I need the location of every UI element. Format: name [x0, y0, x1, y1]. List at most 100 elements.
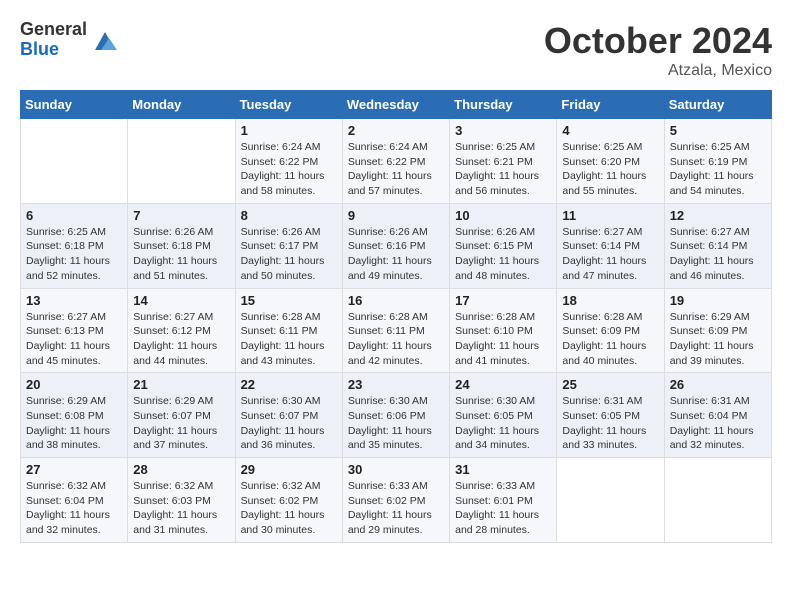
- weekday-header: Tuesday: [235, 91, 342, 119]
- calendar-cell: 10 Sunrise: 6:26 AM Sunset: 6:15 PM Dayli…: [450, 203, 557, 288]
- day-info: Sunrise: 6:27 AM Sunset: 6:14 PM Dayligh…: [562, 225, 658, 284]
- day-info: Sunrise: 6:28 AM Sunset: 6:09 PM Dayligh…: [562, 310, 658, 369]
- day-number: 17: [455, 293, 551, 308]
- calendar-cell: 25 Sunrise: 6:31 AM Sunset: 6:05 PM Dayli…: [557, 373, 664, 458]
- weekday-header: Sunday: [21, 91, 128, 119]
- calendar-week: 20 Sunrise: 6:29 AM Sunset: 6:08 PM Dayli…: [21, 373, 772, 458]
- calendar-cell: 2 Sunrise: 6:24 AM Sunset: 6:22 PM Daylig…: [342, 119, 449, 204]
- day-number: 6: [26, 208, 122, 223]
- weekday-header: Thursday: [450, 91, 557, 119]
- day-number: 3: [455, 123, 551, 138]
- logo: General Blue: [20, 20, 119, 60]
- calendar-cell: 1Sunrise: 6:24 AM Sunset: 6:22 PM Daylig…: [235, 119, 342, 204]
- day-number: 20: [26, 377, 122, 392]
- calendar-cell: 27 Sunrise: 6:32 AM Sunset: 6:04 PM Dayli…: [21, 458, 128, 543]
- calendar-cell: 22Sunrise: 6:30 AM Sunset: 6:07 PM Dayli…: [235, 373, 342, 458]
- calendar-cell: [128, 119, 235, 204]
- calendar-cell: 20 Sunrise: 6:29 AM Sunset: 6:08 PM Dayli…: [21, 373, 128, 458]
- weekday-header: Friday: [557, 91, 664, 119]
- day-info: Sunrise: 6:26 AM Sunset: 6:16 PM Dayligh…: [348, 225, 444, 284]
- day-info: Sunrise: 6:32 AM Sunset: 6:04 PM Dayligh…: [26, 479, 122, 538]
- day-info: Sunrise: 6:24 AM Sunset: 6:22 PM Dayligh…: [348, 140, 444, 199]
- day-info: Sunrise: 6:31 AM Sunset: 6:05 PM Dayligh…: [562, 394, 658, 453]
- day-info: Sunrise: 6:28 AM Sunset: 6:11 PM Dayligh…: [348, 310, 444, 369]
- day-info: Sunrise: 6:33 AM Sunset: 6:02 PM Dayligh…: [348, 479, 444, 538]
- weekday-header: Wednesday: [342, 91, 449, 119]
- calendar-cell: 23 Sunrise: 6:30 AM Sunset: 6:06 PM Dayli…: [342, 373, 449, 458]
- day-number: 2: [348, 123, 444, 138]
- day-number: 14: [133, 293, 229, 308]
- title-area: October 2024 Atzala, Mexico: [544, 20, 772, 80]
- calendar-cell: 21Sunrise: 6:29 AM Sunset: 6:07 PM Dayli…: [128, 373, 235, 458]
- calendar-cell: 7 Sunrise: 6:26 AM Sunset: 6:18 PM Daylig…: [128, 203, 235, 288]
- calendar-cell: 9 Sunrise: 6:26 AM Sunset: 6:16 PM Daylig…: [342, 203, 449, 288]
- day-info: Sunrise: 6:26 AM Sunset: 6:18 PM Dayligh…: [133, 225, 229, 284]
- day-info: Sunrise: 6:25 AM Sunset: 6:21 PM Dayligh…: [455, 140, 551, 199]
- calendar-cell: 19 Sunrise: 6:29 AM Sunset: 6:09 PM Dayli…: [664, 288, 771, 373]
- day-number: 25: [562, 377, 658, 392]
- calendar-week: 6 Sunrise: 6:25 AM Sunset: 6:18 PM Daylig…: [21, 203, 772, 288]
- day-info: Sunrise: 6:30 AM Sunset: 6:06 PM Dayligh…: [348, 394, 444, 453]
- day-number: 27: [26, 462, 122, 477]
- weekday-header: Monday: [128, 91, 235, 119]
- calendar-cell: [557, 458, 664, 543]
- calendar-cell: 12 Sunrise: 6:27 AM Sunset: 6:14 PM Dayli…: [664, 203, 771, 288]
- calendar-cell: 16 Sunrise: 6:28 AM Sunset: 6:11 PM Dayli…: [342, 288, 449, 373]
- calendar-week: 13Sunrise: 6:27 AM Sunset: 6:13 PM Dayli…: [21, 288, 772, 373]
- day-number: 16: [348, 293, 444, 308]
- calendar-header: SundayMondayTuesdayWednesdayThursdayFrid…: [21, 91, 772, 119]
- day-number: 9: [348, 208, 444, 223]
- calendar-week: 1 Sunrise: 6:24 AM Sunset: 6:22 PM Daylig…: [21, 119, 772, 204]
- calendar-cell: 4Sunrise: 6:25 AM Sunset: 6:20 PM Daylig…: [557, 119, 664, 204]
- calendar-cell: 30 Sunrise: 6:33 AM Sunset: 6:02 PM Dayli…: [342, 458, 449, 543]
- day-info: Sunrise: 6:30 AM Sunset: 6:07 PM Dayligh…: [241, 394, 337, 453]
- calendar-cell: 29Sunrise: 6:32 AM Sunset: 6:02 PM Dayli…: [235, 458, 342, 543]
- day-info: Sunrise: 6:31 AM Sunset: 6:04 PM Dayligh…: [670, 394, 766, 453]
- day-info: Sunrise: 6:25 AM Sunset: 6:18 PM Dayligh…: [26, 225, 122, 284]
- calendar-cell: [664, 458, 771, 543]
- day-number: 24: [455, 377, 551, 392]
- day-info: Sunrise: 6:29 AM Sunset: 6:07 PM Dayligh…: [133, 394, 229, 453]
- day-info: Sunrise: 6:26 AM Sunset: 6:15 PM Dayligh…: [455, 225, 551, 284]
- day-number: 12: [670, 208, 766, 223]
- calendar-cell: 17Sunrise: 6:28 AM Sunset: 6:10 PM Dayli…: [450, 288, 557, 373]
- day-info: Sunrise: 6:29 AM Sunset: 6:09 PM Dayligh…: [670, 310, 766, 369]
- day-number: 29: [241, 462, 337, 477]
- calendar-cell: 26 Sunrise: 6:31 AM Sunset: 6:04 PM Dayli…: [664, 373, 771, 458]
- calendar-cell: 31Sunrise: 6:33 AM Sunset: 6:01 PM Dayli…: [450, 458, 557, 543]
- page-header: General Blue October 2024 Atzala, Mexico: [20, 20, 772, 80]
- calendar-cell: 24 Sunrise: 6:30 AM Sunset: 6:05 PM Dayli…: [450, 373, 557, 458]
- day-info: Sunrise: 6:27 AM Sunset: 6:14 PM Dayligh…: [670, 225, 766, 284]
- calendar-cell: 18 Sunrise: 6:28 AM Sunset: 6:09 PM Dayli…: [557, 288, 664, 373]
- day-number: 10: [455, 208, 551, 223]
- day-info: Sunrise: 6:30 AM Sunset: 6:05 PM Dayligh…: [455, 394, 551, 453]
- day-number: 31: [455, 462, 551, 477]
- day-number: 18: [562, 293, 658, 308]
- calendar-cell: 14 Sunrise: 6:27 AM Sunset: 6:12 PM Dayli…: [128, 288, 235, 373]
- day-number: 30: [348, 462, 444, 477]
- day-number: 4: [562, 123, 658, 138]
- day-number: 5: [670, 123, 766, 138]
- calendar-cell: 5Sunrise: 6:25 AM Sunset: 6:19 PM Daylig…: [664, 119, 771, 204]
- calendar-week: 27 Sunrise: 6:32 AM Sunset: 6:04 PM Dayli…: [21, 458, 772, 543]
- day-info: Sunrise: 6:32 AM Sunset: 6:03 PM Dayligh…: [133, 479, 229, 538]
- day-info: Sunrise: 6:29 AM Sunset: 6:08 PM Dayligh…: [26, 394, 122, 453]
- calendar-cell: 15Sunrise: 6:28 AM Sunset: 6:11 PM Dayli…: [235, 288, 342, 373]
- day-info: Sunrise: 6:26 AM Sunset: 6:17 PM Dayligh…: [241, 225, 337, 284]
- day-number: 7: [133, 208, 229, 223]
- calendar-cell: 6 Sunrise: 6:25 AM Sunset: 6:18 PM Daylig…: [21, 203, 128, 288]
- day-number: 19: [670, 293, 766, 308]
- calendar-body: 1 Sunrise: 6:24 AM Sunset: 6:22 PM Daylig…: [21, 119, 772, 543]
- day-number: 1: [241, 123, 337, 138]
- day-number: 23: [348, 377, 444, 392]
- day-info: Sunrise: 6:27 AM Sunset: 6:13 PM Dayligh…: [26, 310, 122, 369]
- calendar-cell: 13Sunrise: 6:27 AM Sunset: 6:13 PM Dayli…: [21, 288, 128, 373]
- logo-icon: [91, 26, 119, 54]
- day-info: Sunrise: 6:27 AM Sunset: 6:12 PM Dayligh…: [133, 310, 229, 369]
- day-number: 11: [562, 208, 658, 223]
- subtitle: Atzala, Mexico: [544, 62, 772, 80]
- logo-blue: Blue: [20, 40, 87, 60]
- calendar-cell: 28Sunrise: 6:32 AM Sunset: 6:03 PM Dayli…: [128, 458, 235, 543]
- day-number: 26: [670, 377, 766, 392]
- calendar-table: SundayMondayTuesdayWednesdayThursdayFrid…: [20, 90, 772, 543]
